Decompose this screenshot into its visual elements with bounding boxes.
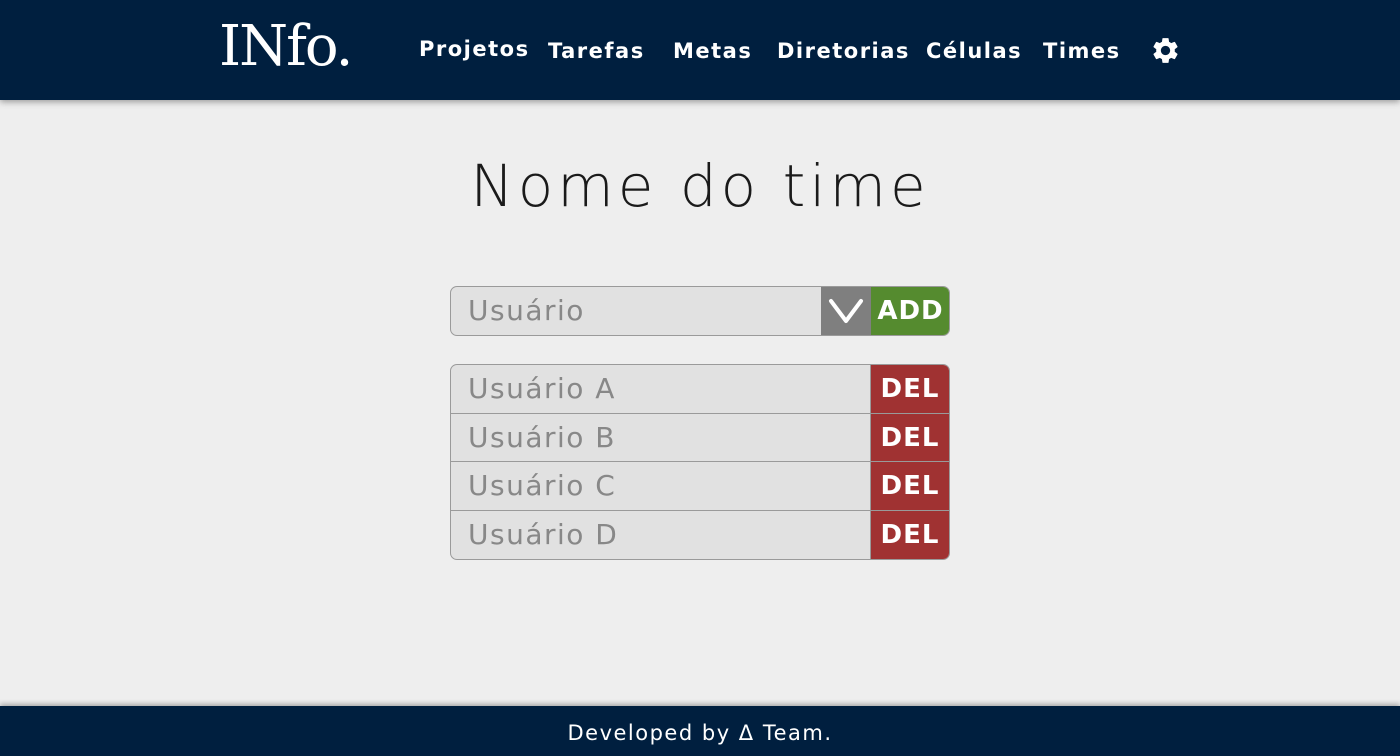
delete-button[interactable]: DEL [871, 365, 949, 413]
delete-button[interactable]: DEL [871, 413, 949, 461]
list-item: Usuário C DEL [451, 462, 949, 511]
delete-button[interactable]: DEL [871, 462, 949, 510]
chevron-down-icon [829, 299, 863, 323]
member-name: Usuário B [451, 413, 871, 461]
nav-link-times[interactable]: Times [1043, 39, 1121, 63]
page-title: Nome do time [470, 152, 930, 220]
member-name: Usuário D [451, 510, 871, 559]
nav-link-metas[interactable]: Metas [673, 39, 752, 63]
dropdown-button[interactable] [821, 287, 871, 335]
gear-icon[interactable] [1150, 35, 1181, 66]
list-item: Usuário A DEL [451, 365, 949, 414]
user-select[interactable]: Usuário [451, 287, 821, 335]
member-name: Usuário A [451, 365, 871, 413]
nav-link-diretorias[interactable]: Diretorias [777, 39, 910, 63]
member-list: Usuário A DEL Usuário B DEL Usuário C DE… [450, 364, 950, 560]
nav-link-projetos[interactable]: Projetos [419, 37, 530, 61]
delete-button[interactable]: DEL [871, 510, 949, 559]
nav-link-celulas[interactable]: Células [926, 39, 1022, 63]
top-navbar: INfo. Projetos Tarefas Metas Diretorias … [0, 0, 1400, 100]
add-user-form: Usuário ADD [450, 286, 950, 336]
list-item: Usuário B DEL [451, 413, 949, 462]
logo[interactable]: INfo. [219, 14, 353, 80]
member-name: Usuário C [451, 462, 871, 510]
add-button[interactable]: ADD [871, 287, 949, 335]
list-item: Usuário D DEL [451, 510, 949, 559]
footer: Developed by Δ Team. [0, 706, 1400, 756]
nav-link-tarefas[interactable]: Tarefas [548, 39, 645, 63]
